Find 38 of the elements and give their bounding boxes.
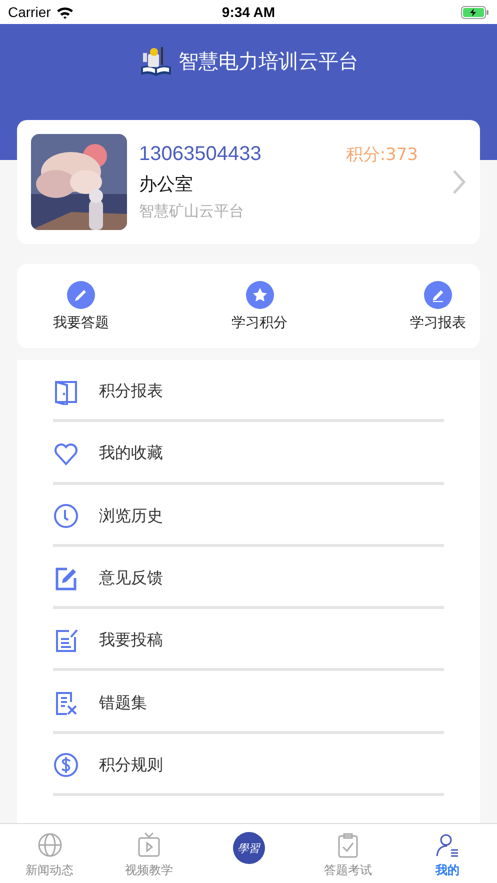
tab-item[interactable]: 新闻动态	[0, 824, 100, 883]
door-icon	[53, 378, 79, 405]
chevron-right-icon	[452, 169, 466, 195]
menu-item[interactable]: 积分报表	[53, 360, 444, 422]
menu-item[interactable]: 积分规则	[53, 734, 444, 796]
tab-item[interactable]: 视频教学	[99, 824, 199, 883]
organization-name: 智慧矿山云平台	[139, 202, 245, 221]
carrier-name: Carrier	[8, 4, 51, 20]
menu-item[interactable]: 我要投稿	[53, 609, 444, 672]
tab-item[interactable]: 答题考试	[298, 824, 398, 883]
pencil-icon	[67, 280, 95, 308]
dollar-icon	[53, 752, 79, 778]
profile-card[interactable]: 13063504433 积分:373 办公室 智慧矿山云平台	[17, 120, 480, 244]
heart-icon	[53, 440, 79, 467]
phone-number: 13063504433	[139, 143, 262, 166]
document-x-icon	[53, 690, 79, 716]
user-name: 办公室	[139, 173, 194, 196]
quick-action[interactable]: 学习报表	[410, 280, 466, 332]
user-list-icon	[434, 832, 460, 858]
edit-icon	[53, 566, 79, 592]
clock-icon	[53, 503, 79, 530]
status-time: 9:34 AM	[222, 4, 276, 20]
document-pen-icon	[53, 628, 79, 654]
tab-item[interactable]: 我的	[398, 824, 497, 883]
battery-icon	[461, 6, 489, 18]
quick-action[interactable]: 我要答题	[53, 280, 109, 332]
quick-action[interactable]: 学习积分	[232, 280, 288, 332]
points-label: 积分:373	[346, 144, 418, 166]
menu-item[interactable]: 意见反馈	[53, 546, 444, 610]
wifi-icon	[56, 6, 74, 18]
menu-item[interactable]: 浏览历史	[53, 484, 444, 547]
menu-item[interactable]: 我的收藏	[53, 422, 444, 485]
app-title: 智慧电力培训云平台	[178, 48, 358, 74]
tv-play-icon	[136, 832, 162, 858]
menu-item[interactable]: 错题集	[53, 671, 444, 734]
worker-book-icon	[138, 45, 172, 77]
globe-icon	[36, 832, 63, 858]
logo-badge[interactable]: 學習	[232, 832, 265, 864]
